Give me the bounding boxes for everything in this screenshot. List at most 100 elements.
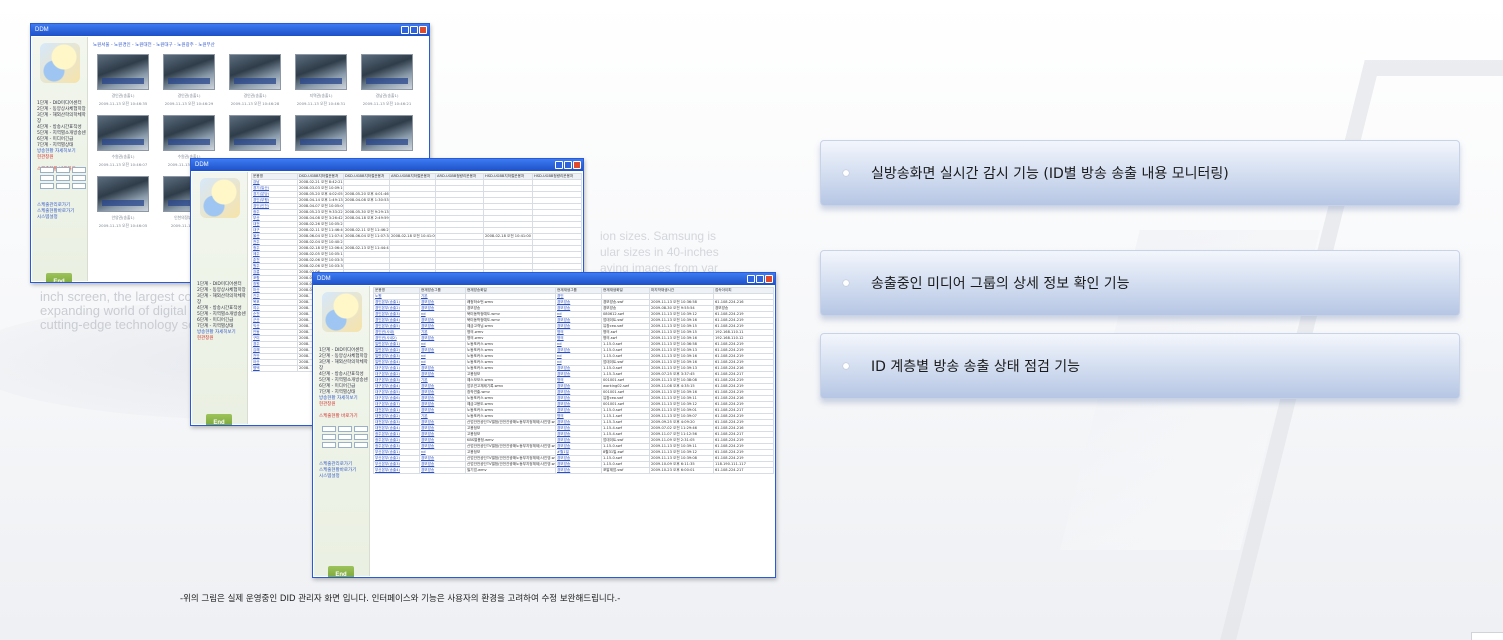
schedule-shortcut[interactable]: 스케줄현황 바로가기 (319, 414, 369, 420)
mini-cell[interactable] (56, 167, 70, 173)
thumbnail-time: 2009-11-13 오전 10:46:05 (98, 223, 148, 228)
bullet-icon (843, 280, 849, 286)
breadcrumb[interactable]: 노원서울 - 노원경인 - 노원대전 - 노원대구 - 노원광주 - 노원부산 (93, 42, 215, 48)
mini-cell[interactable] (56, 175, 70, 181)
mini-cell[interactable] (338, 442, 352, 448)
end-button[interactable]: End (206, 414, 232, 425)
broadcast-preview[interactable] (361, 54, 413, 90)
feature-text: ID 계층별 방송 송출 상태 점검 기능 (871, 359, 1081, 375)
minimize-button[interactable] (555, 161, 563, 169)
end-button[interactable]: End (46, 273, 72, 282)
broadcast-preview[interactable] (163, 115, 215, 151)
maximize-button[interactable] (756, 275, 764, 283)
page-caption: -위의 그림은 실제 운영중인 DID 관리자 화면 입니다. 인터페이스와 기… (180, 594, 621, 604)
mini-cell[interactable] (72, 183, 86, 189)
table-cell: 2008-02-04 오전 10:40:23 (297, 239, 344, 246)
mini-cell[interactable] (322, 442, 336, 448)
mini-cell[interactable] (40, 167, 54, 173)
thumbnail[interactable]: 안양권(송출1) 2009-11-13 오전 10:46:05 (97, 176, 149, 228)
sidebar-step[interactable]: 3단계 - 해외산학의학체학장 (37, 113, 87, 125)
legend-item[interactable]: 시스템설정 (37, 215, 74, 221)
table-cell-link[interactable]: 평택 (251, 365, 298, 372)
ghost-line: ion sizes. Samsung is (600, 229, 717, 243)
window-titlebar: DDM (31, 24, 429, 36)
end-button[interactable]: End (328, 566, 354, 577)
detail-table: 운용명 현재방송그룹 현재방송화일 현재재생그룹 현재재생화일 마지막재생시간 접속아이피 … (373, 287, 774, 474)
table-cell: 2008-04-08 오전 3:26:42 (297, 215, 344, 222)
table-cell-link[interactable]: 경보방송 (555, 467, 602, 474)
table-cell: 2008-04-14 오후 1:49:13 (297, 197, 344, 204)
sidebar-link[interactable]: 현관창원 (197, 336, 247, 342)
thumbnail-time: 2009-11-13 오전 10:46:07 (98, 162, 148, 167)
thumbnail-caption: 경인권(송출1) (177, 93, 201, 98)
column-header: DSD-UGBB지하철운용처 (297, 173, 344, 180)
mini-cell[interactable] (354, 442, 368, 448)
detail-window: DDM 1단계 - DID미디어센터 2단계 - 동양상사체험학장 3단계 - … (312, 272, 776, 578)
thumbnail-time: 2009-11-13 오전 10:46:35 (98, 101, 148, 106)
broadcast-preview[interactable] (229, 115, 281, 151)
mini-cell[interactable] (338, 434, 352, 440)
table-cell: 2008-02-11 오전 11:46:27 (343, 227, 390, 234)
broadcast-preview[interactable] (361, 115, 413, 151)
mini-cell[interactable] (56, 183, 70, 189)
broadcast-preview[interactable] (163, 54, 215, 90)
mini-cell[interactable] (338, 426, 352, 432)
thumbnail[interactable]: 경남권(송출1) 2009-11-13 오전 10:46:21 (361, 54, 413, 106)
sidebar-step[interactable]: 3단계 - 해외산학의학체학장 (319, 360, 369, 372)
minimize-button[interactable] (747, 275, 755, 283)
table-cell: 산업안전공단TV앨범(안전관광해노동부지정체제)사진영.wmv (465, 419, 556, 426)
broadcast-preview[interactable] (295, 115, 347, 151)
thumbnail-time: 2009-11-13 오전 10:46:31 (296, 101, 346, 106)
broadcast-preview[interactable] (229, 54, 281, 90)
close-button[interactable] (419, 26, 427, 34)
mini-cell[interactable] (354, 434, 368, 440)
close-button[interactable] (765, 275, 773, 283)
thumbnail[interactable]: 수원권(송출1) 2009-11-13 오전 10:46:07 (97, 115, 149, 167)
feature-box-media-info: 송출중인 미디어 그룹의 상세 정보 확인 기능 (820, 250, 1460, 316)
close-button[interactable] (573, 161, 581, 169)
legend-item[interactable]: 시스템설정 (319, 474, 356, 480)
mini-cell[interactable] (40, 183, 54, 189)
sidebar-link[interactable]: 현관창원 (319, 402, 369, 408)
table-cell: 2008-05-23 오전 9:33:22 (297, 209, 344, 216)
table-row: 부산본부(송출4) 경보방송 빌기업.wmv 경보방송 포알제업.swf 2009-10-… (373, 467, 774, 474)
maximize-button[interactable] (564, 161, 572, 169)
feature-box-monitoring: 실방송화면 실시간 감시 기능 (ID별 방송 송출 내용 모니터링) (820, 140, 1460, 206)
window-title: DDM (35, 27, 49, 33)
broadcast-preview[interactable] (97, 176, 149, 212)
mini-cell[interactable] (322, 426, 336, 432)
thumbnail[interactable]: 경인권(송출1) 2009-11-13 오전 10:46:35 (97, 54, 149, 106)
broadcast-preview[interactable] (295, 54, 347, 90)
table-cell-link[interactable]: 경보방송 (419, 467, 466, 474)
sidebar: 1단계 - DID미디어센터 2단계 - 동양상사체험학장 3단계 - 해외산학… (32, 37, 88, 282)
mini-cell[interactable] (40, 175, 54, 181)
table-cell: 산업안전공단TV앨범(안전관광해노동부지정체제)사진영.wmv (465, 461, 556, 468)
window-titlebar: DDM (191, 159, 583, 171)
sidebar-link[interactable]: 현관창원 (37, 155, 87, 161)
table-cell: 산업안전공단TV앨범(안전관광해노동부지정체제)사진영.wmv (465, 443, 556, 450)
sidebar-steps: 1단계 - DID미디어센터 2단계 - 동양상사체험학장 3단계 - 해외산학… (319, 348, 369, 420)
thumbnail-time: 2009-11-13 오전 10:46:29 (164, 101, 214, 106)
mini-cell[interactable] (72, 167, 86, 173)
sidebar: 1단계 - DID미디어센터 2단계 - 동양상사체험학장 3단계 - 해외산학… (192, 172, 248, 425)
thumbnail[interactable]: 경인권(송출1) 2009-11-13 오전 10:46:28 (229, 54, 281, 106)
bullet-icon (843, 363, 849, 369)
feature-text: 실방송화면 실시간 감시 기능 (ID별 방송 송출 내용 모니터링) (871, 166, 1229, 182)
thumbnail[interactable]: 지역권(송출1) 2009-11-13 오전 10:46:31 (295, 54, 347, 106)
broadcast-preview[interactable] (97, 115, 149, 151)
sidebar-step[interactable]: 3단계 - 해외산학의학체학장 (197, 294, 247, 306)
mini-cell[interactable] (72, 175, 86, 181)
maximize-button[interactable] (410, 26, 418, 34)
mini-cell[interactable] (354, 426, 368, 432)
table-cell: 2008-02-18 오전 10:41:00 (483, 233, 533, 240)
table-cell: 61.108.224.217 (713, 467, 774, 474)
thumbnail[interactable]: 경인권(송출1) 2009-11-13 오전 10:46:29 (163, 54, 215, 106)
table-cell: 2009-10-23 오후 6:00:01 (649, 467, 714, 474)
thumbnail-caption: 경남권(송출1) (375, 93, 399, 98)
table-cell: 산업안전공단TV앨범(안전관광해노동부지정체제)사진영.wmv (465, 455, 556, 462)
minimize-button[interactable] (401, 26, 409, 34)
table-cell-link[interactable]: 부산본부(송출4) (373, 467, 420, 474)
window-title: DDM (317, 276, 331, 282)
mini-cell[interactable] (322, 434, 336, 440)
broadcast-preview[interactable] (97, 54, 149, 90)
